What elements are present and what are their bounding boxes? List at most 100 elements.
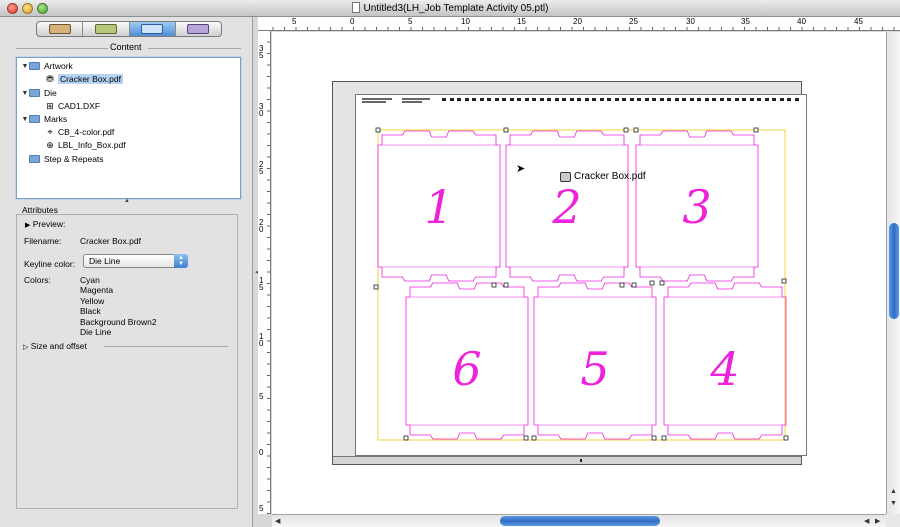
folder-icon: [29, 155, 40, 163]
selection-handle: [661, 435, 667, 441]
tree-item-label: CAD1.DXF: [58, 101, 101, 111]
keyline-color-value: Die Line: [89, 256, 121, 266]
ruler-label: 2 5: [259, 160, 264, 176]
selection-handle: [523, 435, 529, 441]
ruler-label: 0: [259, 448, 264, 457]
ruler-label: 20: [573, 17, 582, 26]
size-offset-label: Size and offset: [30, 341, 87, 351]
selection-handle: [373, 284, 379, 290]
filename-label: Filename:: [24, 236, 62, 246]
selection-handle: [403, 435, 409, 441]
split-handle-icon[interactable]: ▲: [124, 198, 130, 204]
selection-handle: [781, 278, 787, 284]
size-offset-divider: [104, 346, 228, 347]
press-sheet[interactable]: 1 2 3 6 5 4 Cracker Box.pdf: [332, 81, 807, 465]
selection-handle: [531, 435, 537, 441]
selection-handle: [375, 127, 381, 133]
disclosure-down-icon[interactable]: ▼: [21, 63, 29, 70]
content-group-title: Content: [110, 42, 142, 52]
ruler-label: 1 5: [259, 276, 264, 292]
ruler-label: 5: [292, 17, 297, 26]
tree-item-label: Step & Repeats: [44, 154, 104, 164]
keyline-color-select[interactable]: Die Line ▲ ▼: [83, 254, 188, 268]
box-number: 4: [709, 342, 739, 396]
color-item-black: Black: [80, 306, 101, 316]
die-layout-graphic[interactable]: 1 2 3 6 5 4: [356, 95, 808, 457]
horizontal-scroll-thumb[interactable]: [500, 516, 660, 526]
box-number: 1: [424, 180, 453, 234]
sheet-gripper: [333, 456, 801, 464]
target-mark-icon: ⊕: [46, 139, 54, 150]
tree-item-die[interactable]: ▼ Die: [21, 87, 57, 99]
tab-content[interactable]: [129, 22, 176, 36]
folder-icon: [29, 62, 40, 70]
scroll-left-icon[interactable]: ◀: [275, 517, 280, 525]
vertical-scrollbar[interactable]: ▲ ▼: [886, 32, 900, 514]
tree-item-label: LBL_Info_Box.pdf: [58, 140, 126, 150]
tree-item-marks[interactable]: ▼ Marks: [21, 113, 68, 125]
vertical-ruler[interactable]: 3 5 3 0 2 5 2 0 1 5 1 0 5 0 5: [258, 31, 271, 514]
tree-item-cb-4-color[interactable]: ⌖ CB_4-color.pdf: [45, 126, 114, 138]
ruler-label: 30: [686, 17, 695, 26]
horizontal-scrollbar[interactable]: ◀ ◀ ▶: [272, 514, 886, 527]
tab-artwork[interactable]: [37, 22, 84, 36]
tree-item-step-repeats[interactable]: Step & Repeats: [21, 153, 104, 165]
tab-press[interactable]: [176, 22, 221, 36]
layout-page[interactable]: 1 2 3 6 5 4 Cracker Box.pdf: [355, 94, 807, 456]
size-offset-toggle[interactable]: ▷ Size and offset: [23, 341, 87, 351]
scroll-left-icon[interactable]: ◀: [864, 517, 869, 525]
selection-handle: [783, 435, 789, 441]
mouse-pointer-icon: ➤: [516, 163, 526, 175]
die-file-icon: ⊞: [46, 100, 54, 111]
tree-item-label: Cracker Box.pdf: [58, 74, 123, 84]
selection-handle: [491, 282, 497, 288]
tree-item-cracker-box[interactable]: ⛃ Cracker Box.pdf: [45, 73, 123, 85]
selection-handle: [503, 282, 509, 288]
box-number: 2: [551, 180, 581, 234]
ruler-label: 25: [629, 17, 638, 26]
content-tree[interactable]: ▼ Artwork ⛃ Cracker Box.pdf ▼ Die ⊞ CAD1…: [16, 57, 241, 199]
keyline-color-label: Keyline color:: [24, 259, 76, 269]
content-tab-icon: [141, 24, 164, 34]
color-item-background-brown2: Background Brown2: [80, 317, 157, 327]
scroll-up-icon[interactable]: ▲: [890, 488, 897, 495]
scroll-right-icon[interactable]: ▶: [875, 517, 880, 525]
disclosure-right-icon: ▷: [23, 344, 29, 351]
disclosure-down-icon[interactable]: ▼: [21, 116, 29, 123]
tree-item-cad1[interactable]: ⊞ CAD1.DXF: [45, 100, 100, 112]
left-panel: Content ▼ Artwork ⛃ Cracker Box.pdf ▼ Di…: [0, 17, 253, 527]
disclosure-down-icon[interactable]: ▼: [21, 90, 29, 97]
content-divider-right: [148, 48, 241, 49]
tree-item-artwork[interactable]: ▼ Artwork: [21, 60, 73, 72]
vertical-scroll-thumb[interactable]: [889, 223, 899, 319]
layout-canvas[interactable]: 1 2 3 6 5 4 Cracker Box.pdf ➤: [272, 32, 886, 514]
tree-item-label: CB_4-color.pdf: [58, 127, 115, 137]
ruler-label: 15: [517, 17, 526, 26]
tree-item-label: Artwork: [44, 61, 73, 71]
colors-label: Colors:: [24, 275, 51, 285]
window-title-area: Untitled3(LH_Job Template Activity 05.pt…: [0, 2, 900, 14]
horizontal-ruler[interactable]: 5 0 5 10 15 20 25 30 35 40 45: [262, 17, 900, 31]
ruler-label: 5: [259, 392, 264, 401]
drag-preview-label: Cracker Box.pdf: [574, 171, 646, 182]
selection-handle: [623, 127, 629, 133]
window-title: Untitled3(LH_Job Template Activity 05.pt…: [363, 3, 549, 14]
ruler-label: 10: [461, 17, 470, 26]
box-number: 6: [452, 342, 481, 396]
ruler-label: 3 5: [259, 44, 264, 60]
resize-grip[interactable]: [886, 514, 900, 527]
selection-handle: [633, 127, 639, 133]
folder-icon: [29, 115, 40, 123]
press-tab-icon: [187, 24, 210, 34]
preview-toggle[interactable]: ▶ Preview:: [25, 219, 65, 229]
scroll-down-icon[interactable]: ▼: [890, 500, 897, 507]
ruler-label: 5: [408, 17, 413, 26]
tab-die[interactable]: [83, 22, 130, 36]
drag-preview: Cracker Box.pdf: [560, 171, 646, 182]
filename-value: Cracker Box.pdf: [80, 236, 141, 246]
selection-handle: [651, 435, 657, 441]
tree-item-lbl-info-box[interactable]: ⊕ LBL_Info_Box.pdf: [45, 139, 126, 151]
selection-handle: [631, 282, 637, 288]
ruler-label: 35: [741, 17, 750, 26]
title-bar: Untitled3(LH_Job Template Activity 05.pt…: [0, 0, 900, 17]
